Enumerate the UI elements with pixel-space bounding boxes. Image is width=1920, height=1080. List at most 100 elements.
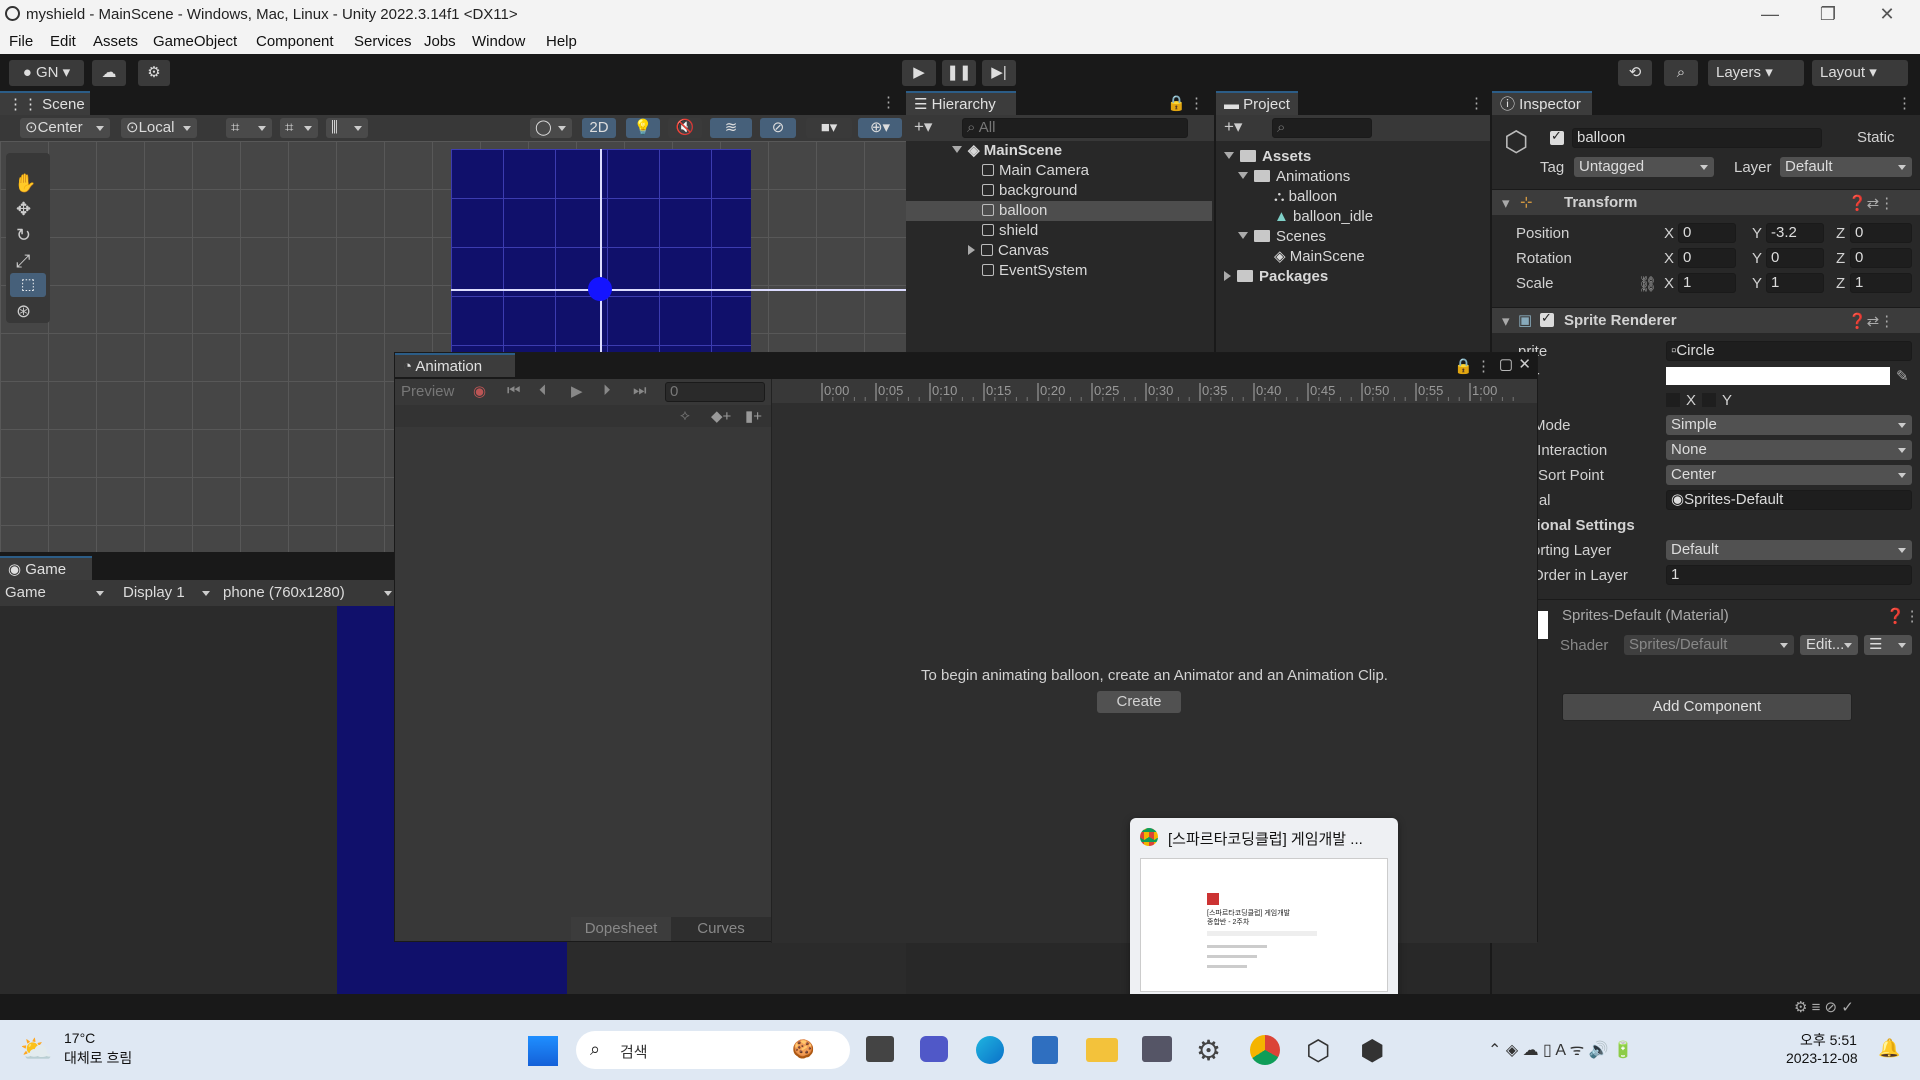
rotation-y-field[interactable]: 0: [1766, 248, 1824, 268]
tab-hierarchy[interactable]: ☰ Hierarchy: [906, 91, 1016, 115]
search-icon[interactable]: ⌕: [1664, 60, 1698, 86]
tab-animation[interactable]: ◔ Animation: [395, 353, 515, 377]
draw-mode-dropdown[interactable]: ◯: [530, 118, 572, 138]
folder-assets[interactable]: Assets: [1224, 147, 1311, 167]
hierarchy-item-shield[interactable]: shield: [982, 221, 1038, 241]
account-button[interactable]: ● GN ▾: [9, 60, 84, 86]
order-in-layer-field[interactable]: 1: [1666, 565, 1912, 585]
file-explorer-icon[interactable]: [1086, 1038, 1118, 1062]
asset-balloon-controller[interactable]: ⛬ balloon: [1274, 187, 1337, 207]
align-dropdown[interactable]: ⫼: [326, 118, 368, 138]
record-icon[interactable]: ◉: [473, 382, 486, 400]
scene-menu-icon[interactable]: ⋮: [881, 93, 896, 111]
grid-snap-dropdown[interactable]: ⌗: [226, 118, 272, 138]
active-checkbox[interactable]: [1550, 128, 1564, 145]
add-component-button[interactable]: Add Component: [1562, 693, 1852, 721]
preview-toggle[interactable]: Preview: [401, 383, 454, 400]
sprite-renderer-enabled-checkbox[interactable]: [1540, 310, 1554, 327]
object-name-field[interactable]: balloon: [1572, 128, 1822, 148]
cloud-icon[interactable]: ☁: [92, 60, 126, 86]
dopesheet-tab[interactable]: Dopesheet: [571, 917, 671, 941]
last-key-icon[interactable]: ⏭: [633, 382, 647, 399]
calculator-icon[interactable]: [1032, 1036, 1058, 1064]
asset-mainscene[interactable]: ◈ MainScene: [1274, 247, 1365, 267]
sorting-layer-dropdown[interactable]: Default: [1666, 540, 1912, 560]
curves-tab[interactable]: Curves: [671, 917, 771, 941]
transform-tool-icon[interactable]: ⊛: [16, 301, 31, 322]
settings-gear-icon[interactable]: ⚙: [1196, 1034, 1221, 1067]
scale-z-field[interactable]: 1: [1850, 273, 1912, 293]
expand-icon[interactable]: [952, 146, 962, 153]
hierarchy-menu-icon[interactable]: ⋮: [1189, 94, 1204, 112]
position-z-field[interactable]: 0: [1850, 223, 1912, 243]
camera-icon[interactable]: ■▾: [806, 118, 852, 138]
hierarchy-item-canvas[interactable]: Canvas: [968, 241, 1049, 261]
first-key-icon[interactable]: ⏮: [507, 382, 521, 399]
next-key-icon[interactable]: ⏵: [603, 382, 611, 399]
restore-icon[interactable]: ❐: [1818, 4, 1838, 24]
taskbar-preview-popup[interactable]: [스파르타코딩클럽] 게임개발 ... [스파르타코딩클럽] 게임개발 종합반 …: [1130, 818, 1398, 1002]
position-x-field[interactable]: 0: [1678, 223, 1736, 243]
game-view-dropdown[interactable]: Game: [0, 583, 110, 603]
asset-balloon-idle[interactable]: ▲ balloon_idle: [1274, 207, 1373, 227]
remote-desktop-icon[interactable]: [1142, 1036, 1172, 1062]
lighting-icon[interactable]: 💡: [626, 118, 660, 138]
transform-header[interactable]: ▾ ⊹ Transform ❓⇄⋮: [1492, 189, 1920, 215]
flip-y-checkbox[interactable]: [1702, 393, 1716, 407]
sprite-field[interactable]: ▫Circle: [1666, 341, 1912, 361]
menu-file[interactable]: File: [9, 33, 33, 50]
project-search-input[interactable]: ⌕: [1272, 118, 1372, 138]
filter-icon[interactable]: ⟡: [680, 407, 690, 424]
visibility-icon[interactable]: ⊘: [760, 118, 796, 138]
layout-dropdown[interactable]: Layout ▾: [1812, 60, 1908, 86]
menu-edit[interactable]: Edit: [50, 33, 76, 50]
shader-options-dropdown[interactable]: ☰: [1864, 635, 1912, 655]
scene-root-row[interactable]: ◈ MainScene: [952, 141, 1214, 161]
hand-tool-icon[interactable]: ✋: [14, 173, 36, 194]
sprite-renderer-header[interactable]: ▾ ▣ Sprite Renderer ❓⇄⋮: [1492, 307, 1920, 333]
tab-inspector[interactable]: ⓘ Inspector: [1492, 91, 1592, 115]
menu-assets[interactable]: Assets: [93, 33, 138, 50]
position-y-field[interactable]: -3.2: [1766, 223, 1824, 243]
layer-dropdown[interactable]: Default: [1780, 157, 1912, 177]
play-button[interactable]: ▶: [902, 60, 936, 86]
tray-icons[interactable]: ⌃ ◈ ☁ ▯ A ᯤ 🔊 🔋: [1488, 1038, 1633, 1060]
close-icon[interactable]: ✕: [1877, 4, 1897, 24]
unity-editor-icon[interactable]: ⬢: [1360, 1034, 1384, 1067]
gizmos-icon[interactable]: ⊕▾: [858, 118, 902, 138]
material-field[interactable]: ◉Sprites-Default: [1666, 490, 1912, 510]
hierarchy-search-input[interactable]: ⌕ All: [962, 118, 1188, 138]
balloon-sprite[interactable]: [588, 277, 612, 301]
effects-icon[interactable]: ≋: [710, 118, 752, 138]
animation-menu-icon[interactable]: ⋮: [1476, 357, 1491, 375]
unity-hub-icon[interactable]: ⬡: [1306, 1034, 1330, 1067]
rotate-tool-icon[interactable]: ↻: [16, 225, 31, 246]
snap-increment-dropdown[interactable]: ⌗: [280, 118, 318, 138]
menu-help[interactable]: Help: [546, 33, 577, 50]
hierarchy-item-balloon[interactable]: balloon: [906, 201, 1212, 221]
audio-icon[interactable]: 🔇: [668, 118, 702, 138]
close-icon[interactable]: ✕: [1518, 355, 1531, 373]
taskbar-search-input[interactable]: ⌕ 검색 🍪: [576, 1031, 850, 1069]
folder-animations[interactable]: Animations: [1238, 167, 1350, 187]
tab-game[interactable]: ◉ Game: [0, 556, 92, 580]
draw-mode-dropdown[interactable]: Simple: [1666, 415, 1912, 435]
chrome-taskbar-icon[interactable]: [1250, 1035, 1280, 1065]
folder-scenes[interactable]: Scenes: [1238, 227, 1326, 247]
weather-icon[interactable]: ⛅: [20, 1034, 52, 1065]
inspector-menu-icon[interactable]: ⋮: [1897, 94, 1912, 112]
lock-icon[interactable]: 🔒: [1167, 94, 1186, 112]
history-icon[interactable]: ⟲: [1618, 60, 1652, 86]
help-icon[interactable]: ❓⋮: [1886, 607, 1920, 625]
2d-toggle[interactable]: 2D: [582, 118, 616, 138]
pause-button[interactable]: ❚❚: [942, 60, 976, 86]
add-keyframe-icon[interactable]: ◆+: [711, 407, 731, 425]
tab-project[interactable]: ▬ Project: [1216, 91, 1298, 115]
display-dropdown[interactable]: Display 1: [118, 583, 216, 603]
scale-tool-icon[interactable]: ⤢: [16, 251, 30, 272]
move-tool-icon[interactable]: ✥: [16, 199, 31, 220]
hierarchy-item-main-camera[interactable]: Main Camera: [982, 161, 1089, 181]
rotation-x-field[interactable]: 0: [1678, 248, 1736, 268]
help-icon[interactable]: ❓⇄⋮: [1848, 312, 1894, 330]
step-button[interactable]: ▶|: [982, 60, 1016, 86]
